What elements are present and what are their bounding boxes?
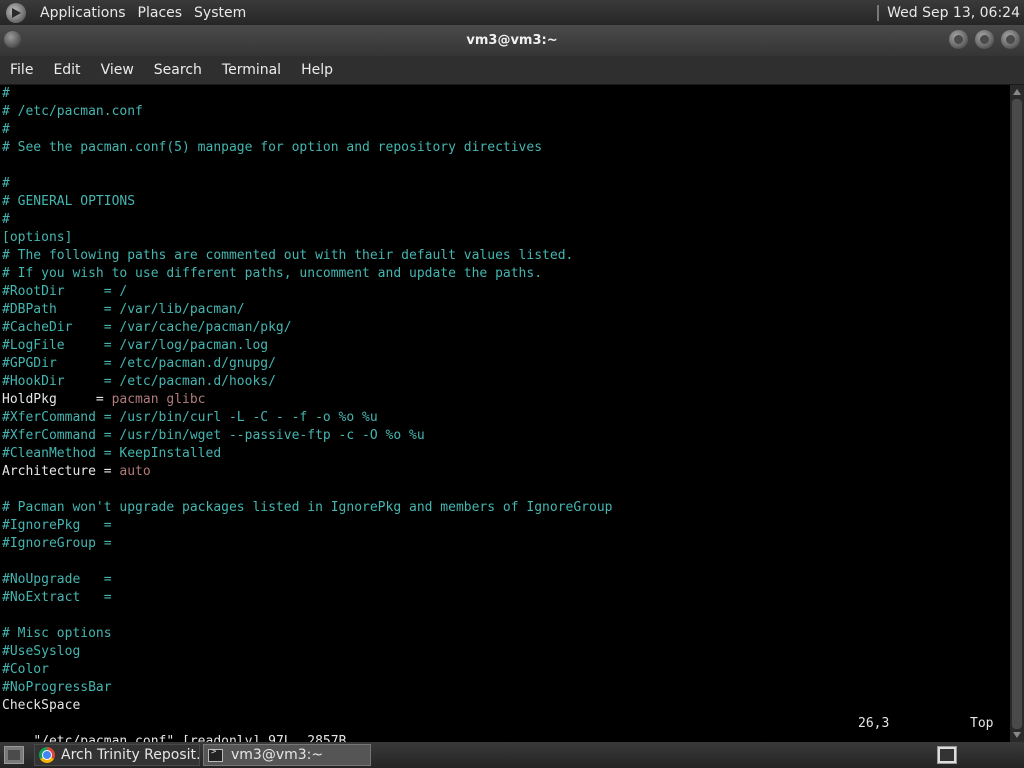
terminal-line: # — [2, 212, 10, 227]
menu-terminal[interactable]: Terminal — [212, 62, 291, 78]
terminal-text: # # /etc/pacman.conf # # See the pacman.con… — [2, 85, 1002, 715]
clock[interactable]: Wed Sep 13, 06:24 — [887, 5, 1020, 21]
terminal-line: Architecture = auto — [2, 463, 1002, 481]
terminal-line: CheckSpace — [2, 698, 81, 713]
setting-key: Architecture = — [2, 464, 120, 479]
terminal-line: #IgnorePkg = — [2, 518, 112, 533]
terminal-line: # The following paths are commented out … — [2, 248, 574, 263]
terminal-line: #Color — [2, 662, 49, 677]
terminal-line: #CleanMethod = KeepInstalled — [2, 446, 222, 461]
menu-file[interactable]: File — [0, 62, 43, 78]
maximize-button[interactable] — [975, 30, 994, 49]
show-desktop-icon[interactable] — [4, 746, 24, 764]
terminal-line: # — [2, 122, 10, 137]
terminal-line: #NoUpgrade = — [2, 572, 112, 587]
terminal-line: # /etc/pacman.conf — [2, 104, 143, 119]
menubar: File Edit View Search Terminal Help — [0, 56, 1024, 84]
task-button-terminal[interactable]: vm3@vm3:~ — [203, 744, 371, 766]
vim-status-line: "/etc/pacman.conf" [readonly] 97L, 2857B… — [2, 715, 1007, 742]
setting-key: HoldPkg = — [2, 392, 112, 407]
window-title: vm3@vm3:~ — [466, 33, 558, 48]
terminal-line: # — [2, 176, 10, 191]
terminal-line: # See the pacman.conf(5) manpage for opt… — [2, 140, 543, 155]
top-panel: Applications Places System Wed Sep 13, 0… — [0, 0, 1024, 25]
places-menu[interactable]: Places — [132, 5, 189, 21]
scrollbar-thumb[interactable] — [1012, 99, 1022, 729]
terminal-line: #HookDir = /etc/pacman.d/hooks/ — [2, 374, 276, 389]
terminal-icon — [208, 747, 223, 762]
terminal-line: # Misc options — [2, 626, 112, 641]
menu-view[interactable]: View — [91, 62, 144, 78]
scroll-down-arrow-icon[interactable] — [1013, 732, 1021, 738]
task-label: Arch Trinity Reposit… — [61, 747, 200, 763]
task-label: vm3@vm3:~ — [231, 747, 324, 763]
menu-search[interactable]: Search — [144, 62, 212, 78]
terminal-line: # If you wish to use different paths, un… — [2, 266, 543, 281]
terminal-line: #DBPath = /var/lib/pacman/ — [2, 302, 245, 317]
taskbar: Arch Trinity Reposit… vm3@vm3:~ — [0, 742, 1024, 768]
minimize-button[interactable] — [949, 30, 968, 49]
terminal-line: #CacheDir = /var/cache/pacman/pkg/ — [2, 320, 292, 335]
terminal-line: #NoExtract = — [2, 590, 112, 605]
chrome-icon — [39, 747, 55, 763]
panel-separator — [877, 4, 880, 21]
terminal-scrollbar[interactable] — [1010, 85, 1024, 742]
terminal-line: #UseSyslog — [2, 644, 81, 659]
close-button[interactable] — [1001, 30, 1020, 49]
setting-value: auto — [119, 464, 151, 479]
window-titlebar[interactable]: vm3@vm3:~ — [0, 25, 1024, 56]
terminal-line: # GENERAL OPTIONS — [2, 194, 136, 209]
applications-menu[interactable]: Applications — [34, 5, 132, 21]
trinity-logo-icon[interactable] — [6, 2, 26, 23]
menu-help[interactable]: Help — [291, 62, 343, 78]
system-menu[interactable]: System — [188, 5, 252, 21]
status-scroll-position: Top — [970, 716, 994, 731]
terminal-line: HoldPkg = pacman glibc — [2, 391, 1002, 409]
terminal-line: #NoProgressBar — [2, 680, 112, 695]
setting-value: pacman glibc — [111, 392, 206, 407]
system-tray-terminal-icon[interactable] — [937, 746, 957, 764]
menu-edit[interactable]: Edit — [43, 62, 90, 78]
terminal-line: #XferCommand = /usr/bin/wget --passive-f… — [2, 428, 425, 443]
status-file-info: "/etc/pacman.conf" [readonly] 97L, 2857B — [33, 734, 347, 742]
terminal-line: [options] — [2, 230, 73, 245]
terminal-line: #XferCommand = /usr/bin/curl -L -C - -f … — [2, 410, 378, 425]
terminal-line: #IgnoreGroup = — [2, 536, 112, 551]
terminal-line: # — [2, 86, 10, 101]
terminal-line: # Pacman won't upgrade packages listed i… — [2, 500, 613, 515]
terminal-line: #LogFile = /var/log/pacman.log — [2, 338, 269, 353]
status-cursor-position: 26,3 — [858, 716, 890, 731]
terminal-area[interactable]: # # /etc/pacman.conf # # See the pacman.con… — [0, 85, 1010, 742]
terminal-line: #RootDir = / — [2, 284, 128, 299]
scroll-up-arrow-icon[interactable] — [1013, 89, 1021, 95]
terminal-line: #GPGDir = /etc/pacman.d/gnupg/ — [2, 356, 276, 371]
task-button-browser[interactable]: Arch Trinity Reposit… — [34, 744, 200, 766]
